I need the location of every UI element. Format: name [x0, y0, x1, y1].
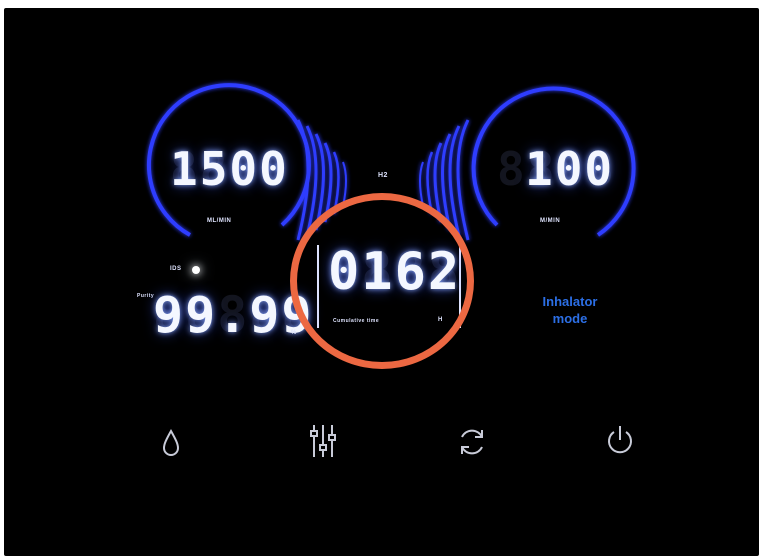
power-icon[interactable] — [604, 423, 636, 457]
flow-rate-unit: ML/MIN — [207, 218, 232, 224]
indicator-label: IDS — [170, 266, 182, 272]
h2-label: H2 — [378, 172, 388, 179]
water-drop-icon[interactable] — [160, 428, 182, 458]
purity-unit: % — [291, 330, 297, 336]
highlight-circle — [290, 193, 474, 369]
purity-display: 99.99 — [153, 286, 314, 344]
refresh-icon[interactable] — [455, 425, 489, 459]
status-led — [192, 266, 200, 274]
mode-line-2: mode — [552, 311, 588, 326]
rate-unit: M/MIN — [540, 218, 561, 224]
mode-line-1: Inhalator — [542, 294, 598, 309]
flow-rate-display: 1500 — [170, 142, 289, 196]
rate-display: 100 — [525, 142, 615, 196]
mode-label: Inhalator mode — [515, 293, 625, 327]
purity-label: Purity — [137, 293, 155, 299]
sliders-icon[interactable] — [308, 421, 338, 461]
